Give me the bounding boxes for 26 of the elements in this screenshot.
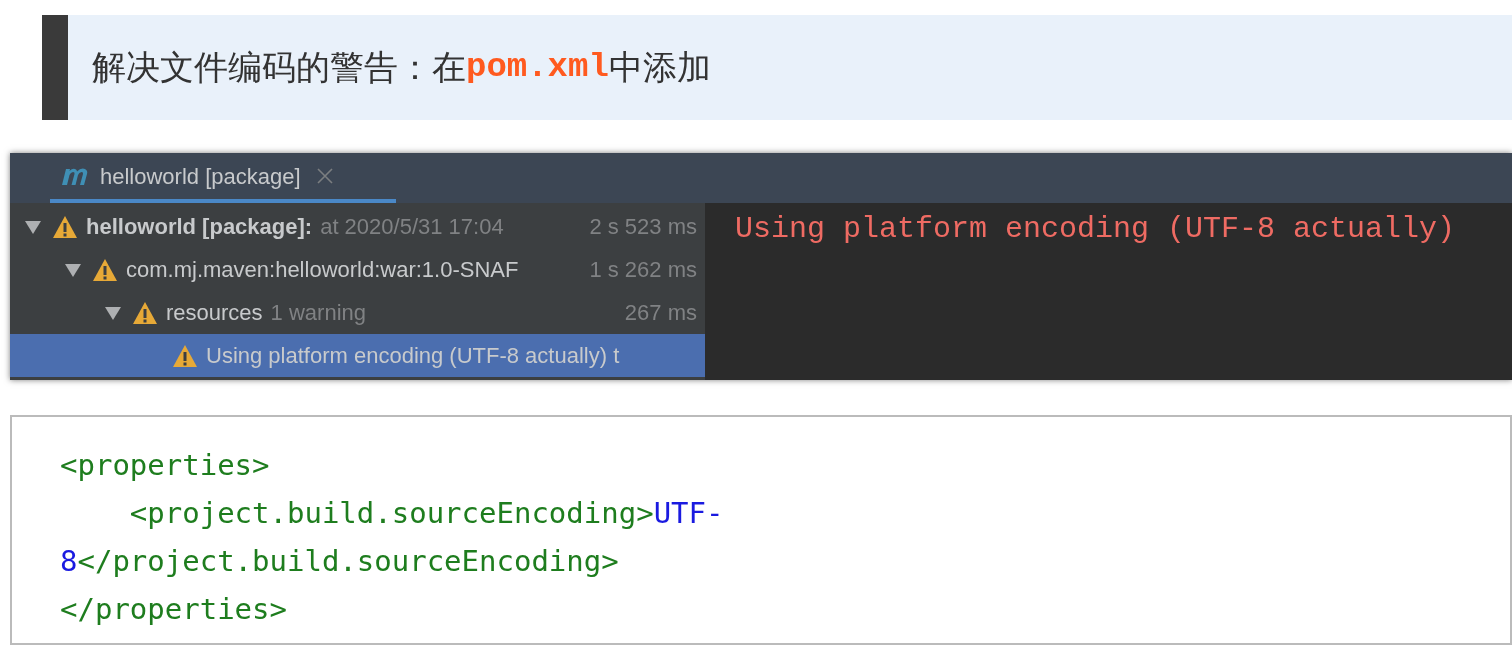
warning-icon [172, 343, 198, 368]
code-line: 8</project.build.sourceEncoding> [60, 543, 620, 580]
code-line: </properties> [60, 591, 288, 628]
tree-row[interactable]: com.mj.maven:helloworld:war:1.0-SNAF 1 s 262 ms [10, 248, 705, 291]
expand-arrow-icon[interactable] [24, 218, 44, 235]
tree-label: com.mj.maven:helloworld:war:1.0-SNAF [126, 256, 519, 284]
tree-detail: 1 warning [270, 299, 366, 327]
warning-icon [132, 300, 158, 325]
code-line: <properties> [60, 447, 271, 484]
tree-row[interactable]: resources 1 warning 267 ms [10, 291, 705, 334]
tree-detail: at 2020/5/31 17:04 [320, 213, 504, 241]
console-message: Using platform encoding (UTF-8 actually) [735, 212, 1456, 246]
expand-arrow-icon[interactable] [104, 304, 124, 321]
expand-arrow-icon[interactable] [64, 261, 84, 278]
code-line: <project.build.sourceEncoding>UTF- [128, 495, 725, 532]
warning-icon [52, 214, 78, 239]
warning-icon [92, 257, 118, 282]
heading-text: 解决文件编码的警告：在pom.xml中添加 [91, 47, 711, 88]
tab-title: helloworld [package] [100, 162, 301, 191]
tree-label: Using platform encoding (UTF-8 actually) t [206, 342, 620, 370]
tree-label: helloworld [package]: [86, 213, 313, 241]
tree-label: resources [166, 299, 263, 327]
duration-text: 1 s 262 ms [589, 256, 697, 284]
duration-text: 2 s 523 ms [589, 213, 697, 241]
duration-text: 267 ms [624, 299, 697, 327]
tree-row[interactable]: helloworld [package]: at 2020/5/31 17:04 2 s 523 ms [10, 205, 705, 248]
